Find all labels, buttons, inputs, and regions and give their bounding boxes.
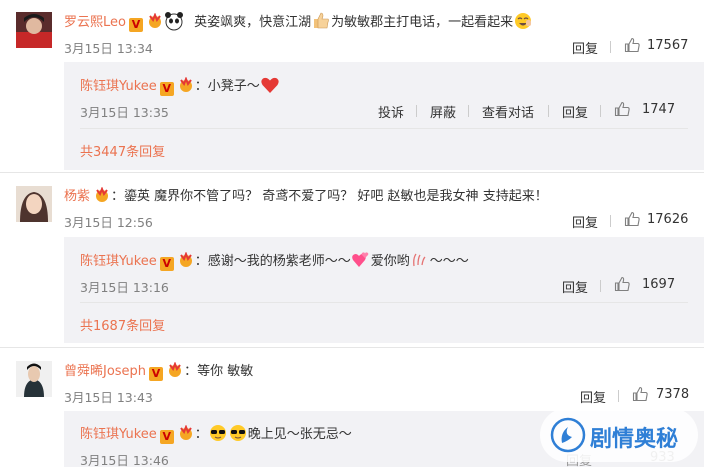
like-icon[interactable] bbox=[624, 211, 640, 227]
divider bbox=[610, 41, 611, 53]
divider bbox=[618, 390, 619, 402]
divider bbox=[0, 347, 704, 348]
more-replies-link[interactable]: 共1687条回复 bbox=[80, 315, 165, 334]
divider bbox=[80, 128, 688, 129]
like-icon[interactable] bbox=[614, 276, 630, 292]
fan-medal-icon bbox=[179, 252, 192, 267]
like-icon[interactable] bbox=[614, 101, 630, 117]
like-count: 1747 bbox=[642, 102, 676, 117]
fan-medal-icon bbox=[179, 425, 192, 440]
fan-medal-icon bbox=[96, 187, 109, 202]
comment-text: 等你 敏敏 bbox=[197, 364, 254, 379]
fan-medal-icon bbox=[179, 77, 192, 92]
verified-icon: V bbox=[128, 18, 143, 32]
report-button[interactable]: 投诉 bbox=[378, 102, 404, 121]
divider bbox=[416, 105, 417, 117]
reply-button[interactable]: 回复 bbox=[580, 387, 606, 406]
view-dialog-button[interactable]: 查看对话 bbox=[482, 102, 534, 121]
reply-timestamp: 3月15日 13:16 bbox=[80, 280, 169, 295]
divider bbox=[548, 105, 549, 117]
reply-text: 感谢～我的杨紫老师～～ bbox=[207, 254, 351, 269]
reply-header: 陈钰琪Yukee V ：小凳子～ bbox=[80, 75, 280, 96]
avatar[interactable] bbox=[16, 361, 52, 397]
watermark-logo-icon bbox=[550, 417, 586, 453]
reply-button[interactable]: 回复 bbox=[572, 212, 598, 231]
divider bbox=[600, 105, 601, 117]
block-button[interactable]: 屏蔽 bbox=[430, 102, 456, 121]
reply-button[interactable]: 回复 bbox=[562, 102, 588, 121]
comment-text-continued: 为敏敏郡主打电话，一起看起来 bbox=[331, 15, 514, 30]
like-count: 17626 bbox=[647, 212, 689, 227]
reply-timestamp: 3月15日 13:35 bbox=[80, 105, 169, 120]
avatar[interactable] bbox=[16, 12, 52, 48]
divider bbox=[468, 105, 469, 117]
commenter-name[interactable]: 曾舜晞Joseph bbox=[64, 364, 146, 379]
comment-text: 英姿飒爽，快意江湖 bbox=[194, 15, 312, 30]
comment-timestamp: 3月15日 13:34 bbox=[64, 41, 153, 56]
thumbs-up-emoji-icon bbox=[314, 12, 329, 29]
commenter-name[interactable]: 罗云熙Leo bbox=[64, 15, 126, 30]
sunglasses-emoji-icon bbox=[209, 425, 226, 441]
comment-header: 杨紫 ：鎏英 魔界你不管了吗？ 奇鸢不爱了吗？ 好吧 赵敏也是我女神 支持起来！ bbox=[64, 187, 548, 204]
verified-icon: V bbox=[159, 82, 174, 96]
comment-text: 鎏英 魔界你不管了吗？ 奇鸢不爱了吗？ 好吧 赵敏也是我女神 支持起来！ bbox=[124, 189, 548, 204]
sunglasses-emoji-icon bbox=[229, 425, 246, 441]
avatar[interactable] bbox=[16, 186, 52, 222]
verified-icon: V bbox=[159, 430, 174, 444]
reply-button[interactable]: 回复 bbox=[572, 38, 598, 57]
panda-emoji-icon bbox=[164, 12, 183, 31]
comment-header: 罗云熙Leo V 英姿飒爽，快意江湖 为敏敏郡主打电话，一起看起来 bbox=[64, 11, 533, 32]
heart-emoji-icon bbox=[261, 77, 279, 93]
divider bbox=[0, 172, 704, 173]
reply-button[interactable]: 回复 bbox=[562, 277, 588, 296]
comment-header: 曾舜晞Joseph V ：等你 敏敏 bbox=[64, 362, 254, 381]
replier-name[interactable]: 陈钰琪Yukee bbox=[80, 427, 157, 442]
replier-name[interactable]: 陈钰琪Yukee bbox=[80, 254, 157, 269]
like-count: 1697 bbox=[642, 277, 676, 292]
fan-medal-icon bbox=[169, 362, 182, 377]
reply-text-continued: 爱你哟 bbox=[370, 254, 410, 269]
hearts-emoji-icon bbox=[351, 252, 369, 267]
reply-text: 晚上见～张无忌～ bbox=[247, 427, 352, 442]
divider bbox=[610, 215, 611, 227]
divider bbox=[80, 302, 688, 303]
fan-medal-icon bbox=[148, 13, 161, 28]
commenter-name[interactable]: 杨紫 bbox=[64, 189, 90, 204]
watermark-text: 剧情奥秘 bbox=[590, 427, 679, 452]
watermark: 剧情奥秘 bbox=[540, 408, 698, 462]
reply-timestamp: 3月15日 13:46 bbox=[80, 453, 169, 468]
comment-timestamp: 3月15日 12:56 bbox=[64, 215, 153, 230]
like-count: 17567 bbox=[647, 38, 689, 53]
divider bbox=[600, 280, 601, 292]
reply-text-tail: ～～～ bbox=[429, 254, 469, 269]
like-count: 7378 bbox=[656, 387, 690, 402]
reply-header: 陈钰琪Yukee V：晚上见～张无忌～ bbox=[80, 423, 352, 444]
comment-timestamp: 3月15日 13:43 bbox=[64, 390, 153, 405]
reply-header: 陈钰琪Yukee V ：感谢～我的杨紫老师～～ 爱你哟 ～～～ bbox=[80, 250, 469, 271]
like-icon[interactable] bbox=[632, 386, 648, 402]
replier-name[interactable]: 陈钰琪Yukee bbox=[80, 79, 157, 94]
heart-hand-emoji-icon bbox=[412, 253, 426, 267]
reply-text: 小凳子～ bbox=[207, 79, 260, 94]
more-replies-link[interactable]: 共3447条回复 bbox=[80, 141, 165, 160]
verified-icon: V bbox=[149, 367, 164, 381]
like-icon[interactable] bbox=[624, 37, 640, 53]
laughing-emoji-icon bbox=[515, 13, 532, 29]
verified-icon: V bbox=[159, 257, 174, 271]
